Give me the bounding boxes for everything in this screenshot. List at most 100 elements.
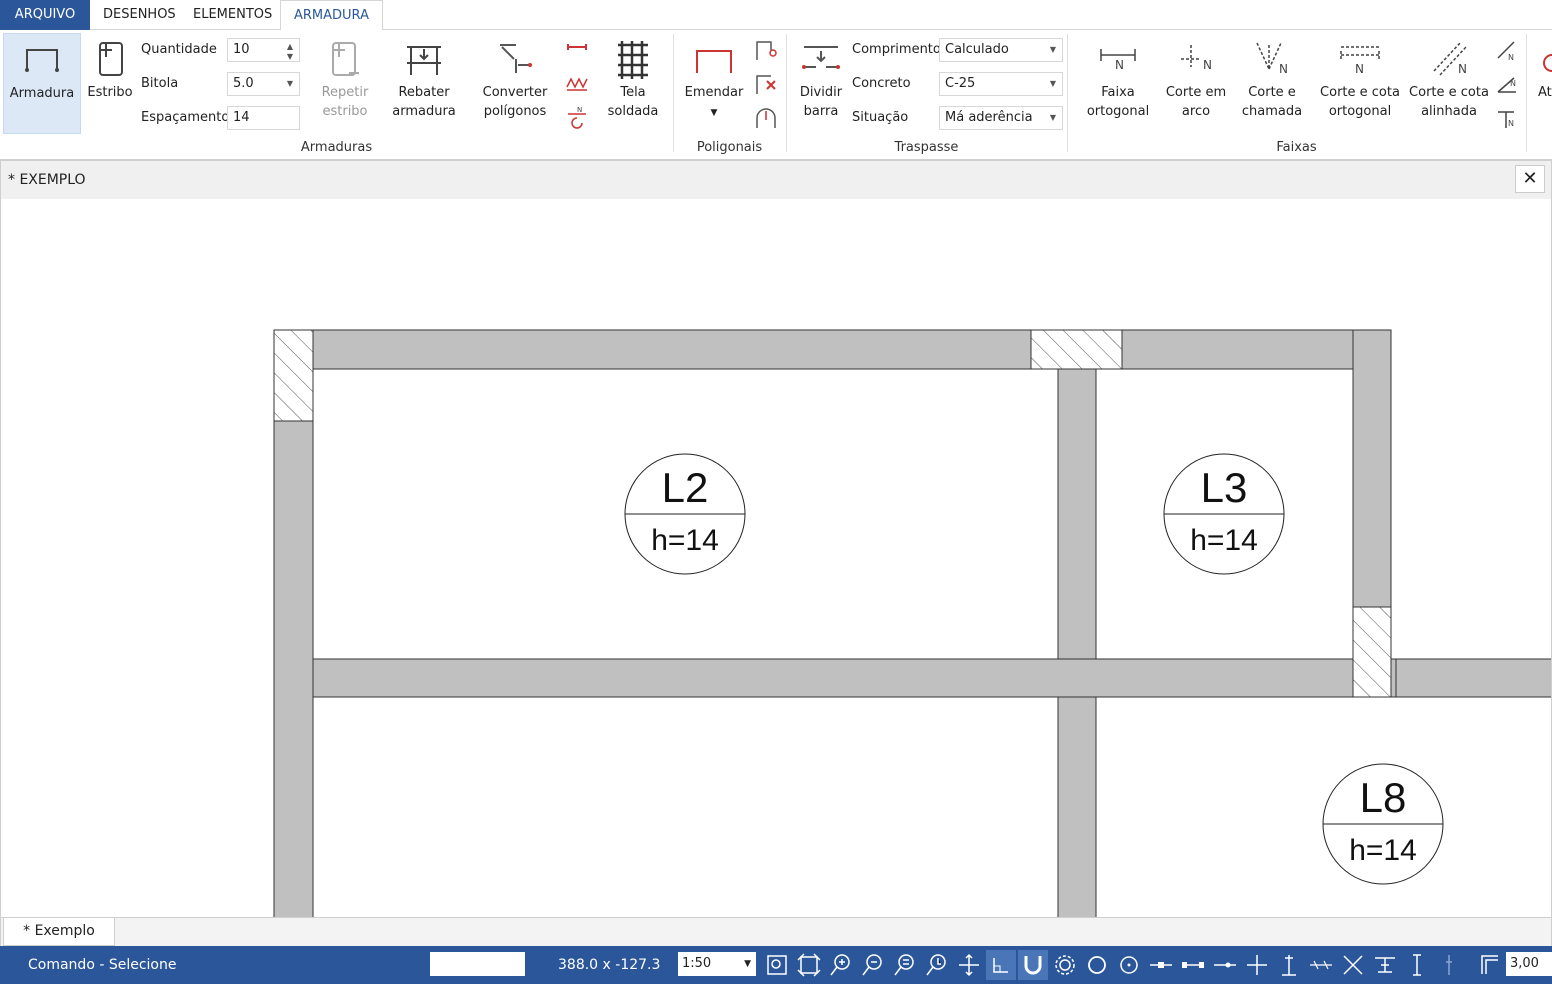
armadura-zigzag-icon[interactable] [564, 70, 590, 96]
drawing-canvas[interactable]: L2 h=14 L3 h=14 L8 h=14 [1, 199, 1551, 917]
snap-circle-icon[interactable] [1082, 950, 1112, 980]
faixa-vertical-icon[interactable]: N [1494, 106, 1520, 132]
zoom-extents-icon[interactable] [794, 950, 824, 980]
tab-armadura[interactable]: ARMADURA [280, 0, 383, 31]
ortho-toggle[interactable] [986, 950, 1016, 980]
emendar-label: Emendar [684, 85, 744, 100]
zoom-previous-icon[interactable] [890, 950, 920, 980]
sheet-tab-exemplo[interactable]: * Exemplo [3, 918, 115, 946]
corte-alinhada-label-1: Corte e cota [1409, 85, 1489, 100]
poligonal-delete-icon[interactable] [753, 72, 779, 98]
zoom-window-icon[interactable] [762, 950, 792, 980]
corte-cota-ortogonal-icon: N [1340, 46, 1380, 76]
snap-vertical-icon[interactable] [1402, 950, 1432, 980]
status-bar: Comando - Selecione 388.0 x -127.3 1:50 ▼… [0, 946, 1552, 984]
document-window: * EXEMPLO ✕ L2 h=14 L3 h=14 L8 h=14 * Ex… [0, 160, 1552, 948]
concreto-select[interactable]: C-25 ▼ [939, 72, 1063, 96]
slab-name: L3 [1201, 464, 1248, 511]
tab-desenhos[interactable]: DESENHOS [90, 0, 189, 30]
corte-cota-alinhada-button[interactable]: N Corte e cota alinhada [1406, 33, 1492, 134]
emendar-icon [696, 50, 732, 73]
dividir-barra-button[interactable]: Dividir barra [794, 33, 848, 134]
quantidade-field[interactable]: 10 ▲ ▼ [227, 38, 300, 62]
tela-label-1: Tela [620, 85, 646, 100]
tela-soldada-button[interactable]: Tela soldada [600, 33, 666, 134]
snap-midpoint-icon[interactable] [1178, 950, 1208, 980]
tela-soldada-icon [618, 41, 648, 79]
document-title: * EXEMPLO [8, 172, 86, 188]
situacao-select[interactable]: Má aderência ▼ [939, 106, 1063, 130]
faixa-angle-icon[interactable]: N [1494, 72, 1520, 98]
bitola-label: Bitola [141, 76, 179, 91]
corte-e-chamada-button[interactable]: N Corte e chamada [1236, 33, 1308, 134]
document-header: * EXEMPLO ✕ [1, 161, 1551, 199]
svg-text:N: N [577, 106, 582, 114]
snap-perpendicular-icon[interactable] [1274, 950, 1304, 980]
slab-l3[interactable]: L3 h=14 [1163, 453, 1285, 575]
corte-cota-ortogonal-button[interactable]: N Corte e cota ortogonal [1316, 33, 1404, 134]
faixa-label-2: ortogonal [1086, 104, 1150, 119]
faixa-ortogonal-button[interactable]: N Faixa ortogonal [1080, 33, 1156, 134]
corte-cota-alinhada-icon: N [1433, 42, 1467, 76]
poligonal-arc-icon[interactable] [753, 106, 779, 132]
slab-l8[interactable]: L8 h=14 [1322, 763, 1444, 885]
close-icon[interactable]: ✕ [1515, 165, 1545, 193]
snap-extents-icon[interactable] [1338, 950, 1368, 980]
beam-top[interactable] [273, 329, 1392, 370]
tab-elementos[interactable]: ELEMENTOS [180, 0, 285, 30]
estribo-icon [99, 42, 123, 76]
snap-toggle[interactable] [1018, 950, 1048, 980]
slab-height: h=14 [651, 524, 719, 557]
corte-chamada-label-1: Corte e [1248, 85, 1296, 100]
poligonal-corner-icon[interactable] [753, 38, 779, 64]
gear-icon[interactable] [1050, 950, 1080, 980]
repetir-label-1: Repetir [321, 85, 369, 100]
espacamento-field[interactable]: 14 [227, 106, 300, 130]
pan-icon[interactable] [954, 950, 984, 980]
scale-select[interactable]: 1:50 ▼ [678, 952, 756, 976]
snap-dim-icon[interactable] [1434, 950, 1464, 980]
command-input[interactable] [430, 952, 525, 976]
faixa-label-1: Faixa [1101, 85, 1135, 100]
estribo-button[interactable]: Estribo [84, 33, 136, 134]
slab-name: L2 [662, 464, 709, 511]
faixa-diagonal-icon[interactable]: N [1494, 38, 1520, 64]
grid-corner-icon[interactable] [1474, 950, 1504, 980]
bitola-select[interactable]: 5.0 ▼ [227, 72, 300, 96]
rebater-armadura-button[interactable]: Rebater armadura [388, 33, 460, 134]
comprimento-label: Comprimento [852, 42, 941, 57]
svg-text:N: N [1355, 62, 1364, 76]
converter-poligonos-icon [500, 44, 532, 73]
svg-text:N: N [1510, 79, 1516, 88]
zoom-out-icon[interactable] [858, 950, 888, 980]
armadura-rotate-icon[interactable]: N [564, 104, 590, 130]
converter-poligonos-button[interactable]: Converter polígonos [476, 33, 554, 134]
snap-endpoint-icon[interactable] [1146, 950, 1176, 980]
repetir-estribo-button[interactable]: Repetir estribo [313, 33, 377, 134]
corte-em-arco-button[interactable]: N Corte em arco [1160, 33, 1232, 134]
zoom-in-icon[interactable] [826, 950, 856, 980]
corte-ortogonal-label-1: Corte e cota [1320, 85, 1400, 100]
snap-center-icon[interactable] [1114, 950, 1144, 980]
beam-middle[interactable] [1057, 368, 1097, 917]
snap-intersection-icon[interactable] [1242, 950, 1272, 980]
slab-l2[interactable]: L2 h=14 [624, 453, 746, 575]
estribo-label: Estribo [87, 85, 133, 100]
slab-height: h=14 [1349, 834, 1417, 867]
snap-tangent-icon[interactable] [1370, 950, 1400, 980]
svg-text:N: N [1203, 58, 1212, 72]
ribbon: Armadura Estribo Quantidade 10 ▲ ▼ Bitola … [0, 30, 1552, 160]
rebater-label-1: Rebater [398, 85, 450, 100]
snap-nearest-icon[interactable] [1210, 950, 1240, 980]
tab-arquivo[interactable]: ARQUIVO [0, 0, 90, 30]
emendar-button[interactable]: Emendar ▼ [680, 33, 748, 134]
armadura-u-icon[interactable] [564, 36, 590, 62]
comprimento-select[interactable]: Calculado ▼ [939, 38, 1063, 62]
at-button[interactable]: At [1534, 33, 1552, 134]
floor-plan: L2 h=14 L3 h=14 L8 h=14 [273, 329, 1551, 917]
snap-value-field[interactable]: 3,00 [1506, 952, 1552, 976]
zoom-realtime-icon[interactable] [922, 950, 952, 980]
svg-text:N: N [1458, 62, 1467, 76]
snap-parallel-icon[interactable] [1306, 950, 1336, 980]
armadura-button[interactable]: Armadura [3, 33, 81, 134]
